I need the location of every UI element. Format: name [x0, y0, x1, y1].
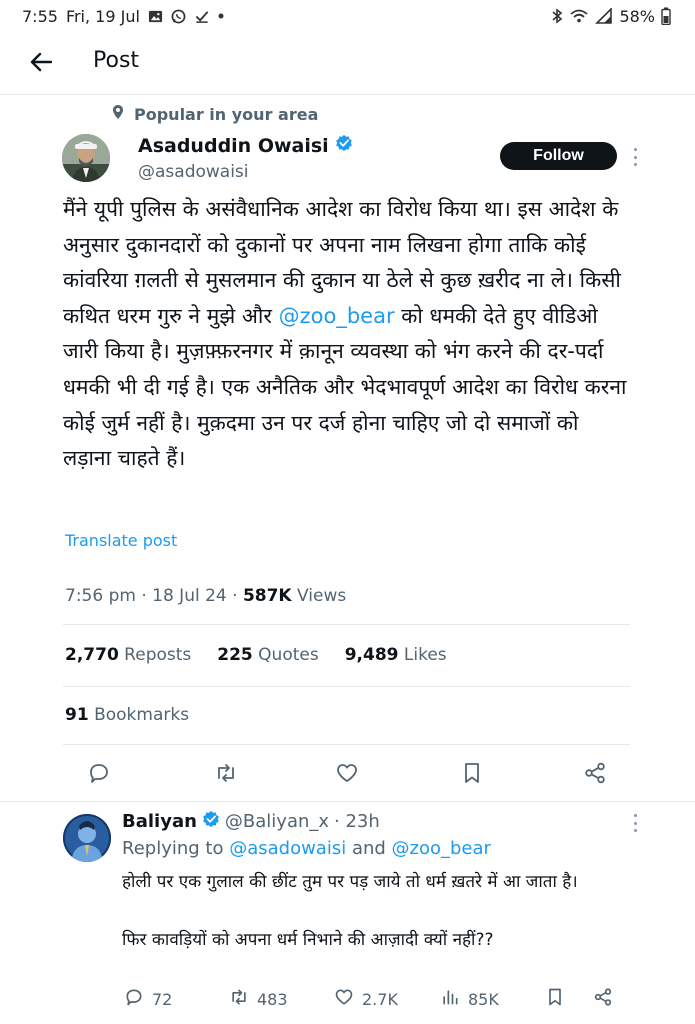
likes-stat[interactable]: 9,489 Likes [345, 645, 447, 665]
post-text-part2: को धमकी देते हुए वीडिओ जारी किया है। मुज… [63, 303, 627, 471]
header-divider [0, 94, 695, 95]
back-arrow-icon[interactable] [26, 48, 56, 76]
replying-to: Replying to @asadowaisi and @zoo_bear [122, 838, 491, 859]
reply-actions: 72 483 2.7K 85K [0, 986, 695, 1012]
bookmark-icon [545, 987, 565, 1011]
reply-like-count: 2.7K [362, 989, 398, 1009]
reply-repost-count: 483 [257, 989, 288, 1009]
author-name-text: Asaduddin Owaisi [138, 134, 329, 157]
views-label: Views [291, 586, 347, 606]
reply-more-options-icon[interactable] [630, 814, 640, 832]
translate-post-link[interactable]: Translate post [65, 531, 177, 550]
like-icon [334, 987, 354, 1011]
context-text: Popular in your area [134, 104, 319, 124]
reposts-stat[interactable]: 2,770 Reposts [65, 645, 191, 665]
share-icon[interactable] [582, 760, 608, 786]
reply-time: · 23h [334, 811, 380, 832]
follow-button[interactable]: Follow [500, 142, 617, 170]
divider [63, 624, 630, 625]
wifi-icon [569, 8, 589, 24]
whatsapp-icon [171, 9, 186, 24]
replying-prefix: Replying to [122, 838, 230, 859]
reply-icon[interactable] [86, 760, 112, 786]
replying-mention-1[interactable]: @asadowaisi [229, 838, 346, 859]
status-time: 7:55 [22, 6, 58, 26]
bluetooth-icon [551, 8, 563, 24]
reply-views-button[interactable]: 85K [440, 986, 499, 1012]
top-bar: Post [0, 36, 695, 88]
status-date: Fri, 19 Jul [65, 6, 140, 26]
views-count: 587K [242, 586, 292, 606]
post-timestamp: 7:56 pm · 18 Jul 24 · [65, 586, 243, 606]
reply-reply-count: 72 [152, 989, 173, 1009]
author-handle[interactable]: @asadowaisi [138, 162, 249, 182]
bookmarks-stat[interactable]: 91 Bookmarks [65, 705, 189, 725]
reply-author-avatar[interactable] [63, 814, 111, 862]
reply-header: Baliyan @Baliyan_x · 23h [122, 810, 380, 833]
repost-icon [229, 987, 249, 1011]
quotes-label: Quotes [252, 645, 319, 665]
reply-text: होली पर एक गुलाल की छींट तुम पर पड़ जाये… [122, 868, 632, 955]
check-icon [194, 9, 210, 24]
reply-views-count: 85K [468, 989, 499, 1009]
replying-mention-2[interactable]: @zoo_bear [392, 838, 491, 859]
reply-author-name[interactable]: Baliyan [122, 811, 197, 832]
reply-reply-button[interactable]: 72 [124, 986, 172, 1012]
author-avatar[interactable] [62, 134, 110, 182]
reply-repost-button[interactable]: 483 [229, 986, 288, 1012]
post-actions [0, 760, 695, 786]
quotes-stat[interactable]: 225 Quotes [217, 645, 318, 665]
more-options-icon[interactable] [630, 148, 640, 166]
views-icon [440, 987, 460, 1011]
reply-icon [124, 987, 144, 1011]
divider [63, 744, 630, 745]
signal-icon [595, 8, 613, 24]
post-meta: 7:56 pm · 18 Jul 24 · 587K Views [65, 586, 346, 606]
mention-link[interactable]: @zoo_bear [279, 304, 395, 328]
reply-share-button[interactable] [593, 986, 613, 1012]
quotes-count: 225 [217, 645, 253, 665]
post-text: मैंने यूपी पुलिस के असंवैधानिक आदेश का व… [63, 192, 633, 477]
bookmarks-count: 91 [65, 705, 89, 725]
share-icon [593, 987, 613, 1011]
location-pin-icon [112, 104, 124, 124]
verified-badge-icon [202, 810, 220, 833]
likes-label: Likes [398, 645, 447, 665]
battery-level: 58% [619, 6, 655, 26]
gallery-icon [148, 9, 163, 24]
repost-icon[interactable] [213, 760, 239, 786]
replying-and: and [346, 838, 392, 859]
status-bar: 7:55 Fri, 19 Jul 58% [0, 0, 695, 32]
reply-bookmark-button[interactable] [545, 986, 565, 1012]
section-divider [0, 801, 695, 802]
reply-like-button[interactable]: 2.7K [334, 986, 398, 1012]
likes-count: 9,489 [344, 645, 399, 665]
reply-author-handle[interactable]: @Baliyan_x [225, 811, 329, 832]
like-icon[interactable] [334, 760, 360, 786]
bookmark-icon[interactable] [459, 760, 485, 786]
dot-icon [218, 13, 224, 19]
bookmarks-label: Bookmarks [88, 705, 190, 725]
reply-text-line1: होली पर एक गुलाल की छींट तुम पर पड़ जाये… [122, 872, 578, 892]
verified-badge-icon [335, 134, 353, 157]
reposts-label: Reposts [118, 645, 192, 665]
engagement-stats: 2,770 Reposts 225 Quotes 9,489 Likes [65, 645, 447, 665]
context-label: Popular in your area [112, 104, 318, 124]
divider [63, 686, 630, 687]
reposts-count: 2,770 [65, 645, 119, 665]
reply-text-line2: फिर कावड़ियों को अपना धर्म निभाने की आज़… [122, 930, 494, 950]
page-title: Post [93, 48, 140, 73]
author-name[interactable]: Asaduddin Owaisi [138, 134, 353, 157]
battery-icon [661, 7, 671, 25]
